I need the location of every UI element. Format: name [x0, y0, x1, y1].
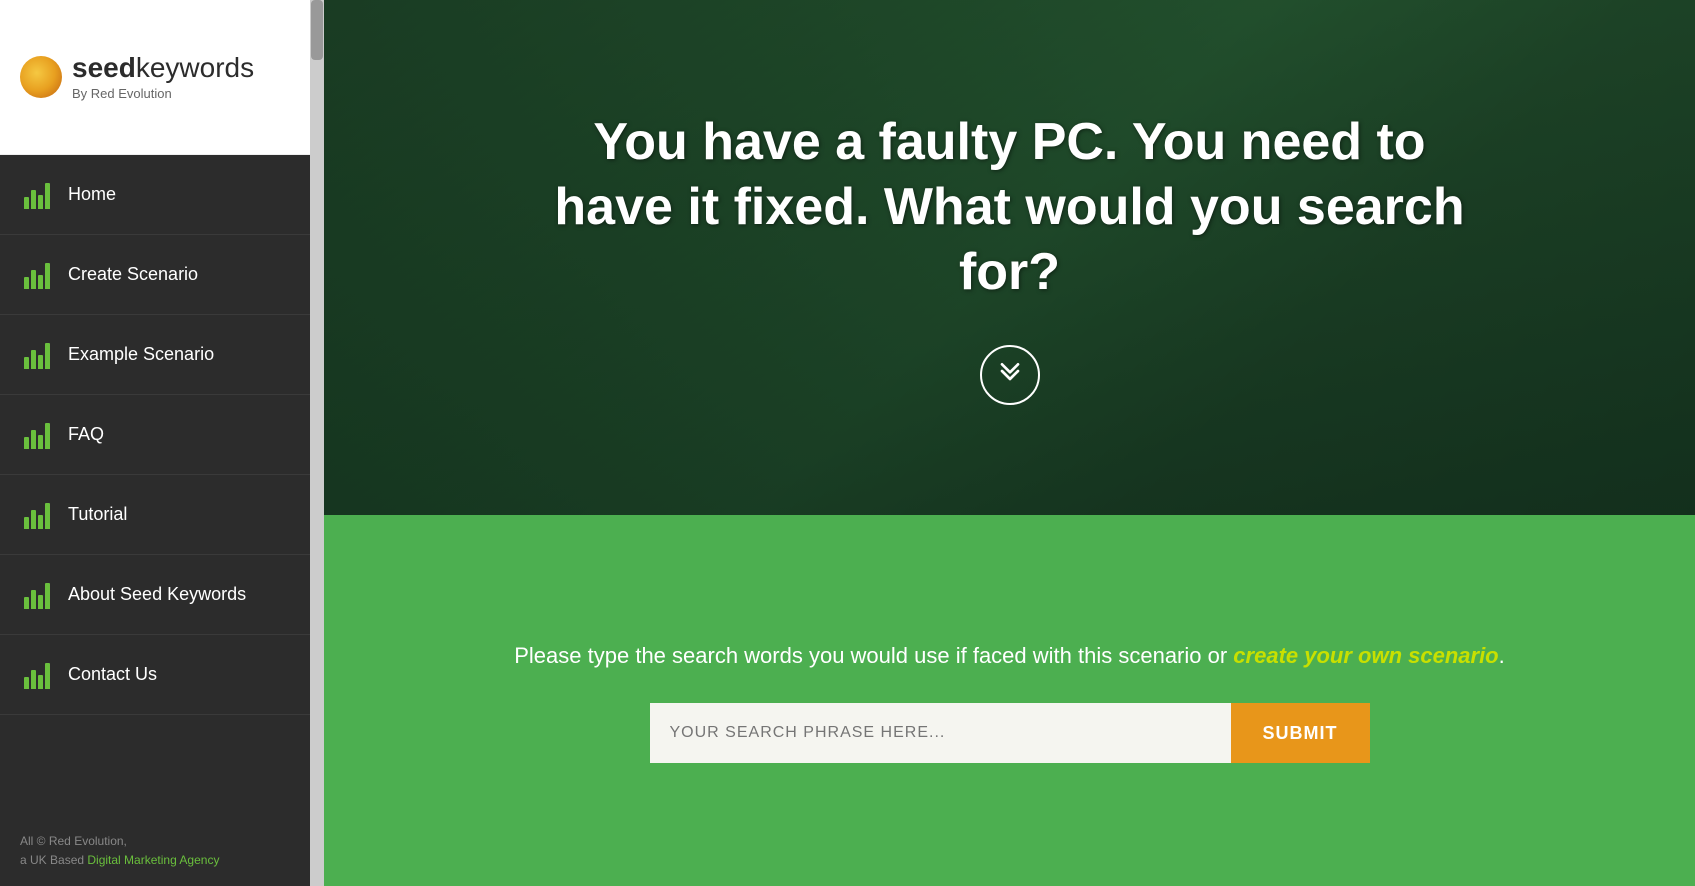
sidebar-item-home[interactable]: Home	[0, 155, 310, 235]
hero-section: You have a faulty PC. You need to have i…	[324, 0, 1695, 515]
hero-content: You have a faulty PC. You need to have i…	[510, 70, 1510, 445]
example-scenario-icon	[24, 341, 52, 369]
chevron-double-down-icon	[994, 359, 1026, 391]
sidebar-item-faq-label: FAQ	[68, 424, 104, 445]
main-content: You have a faulty PC. You need to have i…	[324, 0, 1695, 886]
search-row: SUBMIT	[650, 703, 1370, 763]
sidebar-item-create-scenario-label: Create Scenario	[68, 264, 198, 285]
home-icon	[24, 181, 52, 209]
sidebar-item-example-scenario-label: Example Scenario	[68, 344, 214, 365]
sidebar-item-create-scenario[interactable]: Create Scenario	[0, 235, 310, 315]
sidebar-item-home-label: Home	[68, 184, 116, 205]
main-nav: Home Create Scenario Example Scenario	[0, 155, 310, 816]
create-scenario-icon	[24, 261, 52, 289]
faq-icon	[24, 421, 52, 449]
scrollbar-thumb[interactable]	[311, 0, 323, 60]
about-icon	[24, 581, 52, 609]
logo-icon	[20, 56, 62, 98]
tutorial-icon	[24, 501, 52, 529]
sidebar-item-example-scenario[interactable]: Example Scenario	[0, 315, 310, 395]
sidebar-item-contact-label: Contact Us	[68, 664, 157, 685]
description-after: .	[1499, 643, 1505, 668]
scroll-down-button[interactable]	[980, 345, 1040, 405]
sidebar-item-contact-us[interactable]: Contact Us	[0, 635, 310, 715]
contact-icon	[24, 661, 52, 689]
logo-area: seedkeywords By Red Evolution	[0, 0, 310, 155]
create-own-scenario-link[interactable]: create your own scenario	[1233, 643, 1498, 668]
sidebar-item-tutorial-label: Tutorial	[68, 504, 127, 525]
search-input[interactable]	[650, 703, 1231, 763]
sidebar-footer: All © Red Evolution, a UK Based Digital …	[0, 816, 310, 886]
hero-title: You have a faulty PC. You need to have i…	[550, 110, 1470, 305]
sidebar: seedkeywords By Red Evolution Home Cre	[0, 0, 310, 886]
description-before: Please type the search words you would u…	[514, 643, 1233, 668]
logo-brand-light: keywords	[136, 52, 254, 83]
sidebar-item-tutorial[interactable]: Tutorial	[0, 475, 310, 555]
search-section: Please type the search words you would u…	[324, 515, 1695, 886]
sidebar-item-faq[interactable]: FAQ	[0, 395, 310, 475]
submit-button[interactable]: SUBMIT	[1231, 703, 1370, 763]
footer-line1: All © Red Evolution,	[20, 834, 127, 848]
logo-brand-bold: seed	[72, 52, 136, 83]
search-description: Please type the search words you would u…	[514, 638, 1505, 673]
sidebar-item-about-label: About Seed Keywords	[68, 584, 246, 605]
footer-line2: a UK Based	[20, 853, 87, 867]
logo-text: seedkeywords	[72, 54, 254, 82]
footer-link[interactable]: Digital Marketing Agency	[87, 853, 219, 867]
logo-subtext: By Red Evolution	[72, 86, 254, 101]
scrollbar[interactable]	[310, 0, 324, 886]
sidebar-item-about-seed-keywords[interactable]: About Seed Keywords	[0, 555, 310, 635]
logo-text-wrap: seedkeywords By Red Evolution	[72, 54, 254, 101]
